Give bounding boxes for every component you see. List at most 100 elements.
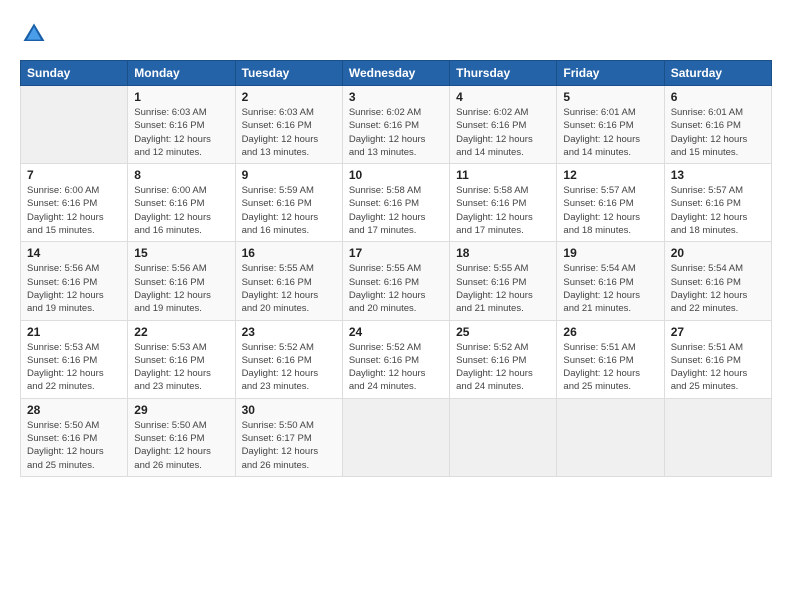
- day-info: Sunrise: 6:03 AM Sunset: 6:16 PM Dayligh…: [134, 106, 228, 159]
- day-info: Sunrise: 5:51 AM Sunset: 6:16 PM Dayligh…: [671, 341, 765, 394]
- calendar-cell: [21, 86, 128, 164]
- day-number: 4: [456, 90, 550, 104]
- header-day-saturday: Saturday: [664, 61, 771, 86]
- calendar-week-2: 7Sunrise: 6:00 AM Sunset: 6:16 PM Daylig…: [21, 164, 772, 242]
- day-number: 6: [671, 90, 765, 104]
- day-info: Sunrise: 6:00 AM Sunset: 6:16 PM Dayligh…: [134, 184, 228, 237]
- calendar-cell: 14 Sunrise: 5:56 AM Sunset: 6:16 PM Dayli…: [21, 242, 128, 320]
- day-info: Sunrise: 6:01 AM Sunset: 6:16 PM Dayligh…: [671, 106, 765, 159]
- day-number: 23: [242, 325, 336, 339]
- calendar-cell: 12 Sunrise: 5:57 AM Sunset: 6:16 PM Dayli…: [557, 164, 664, 242]
- logo: [20, 20, 52, 48]
- day-info: Sunrise: 6:01 AM Sunset: 6:16 PM Dayligh…: [563, 106, 657, 159]
- day-number: 3: [349, 90, 443, 104]
- day-number: 1: [134, 90, 228, 104]
- day-number: 21: [27, 325, 121, 339]
- calendar-cell: 30Sunrise: 5:50 AM Sunset: 6:17 PM Dayli…: [235, 398, 342, 476]
- calendar-cell: 15 Sunrise: 5:56 AM Sunset: 6:16 PM Dayli…: [128, 242, 235, 320]
- calendar-cell: 10Sunrise: 5:58 AM Sunset: 6:16 PM Dayli…: [342, 164, 449, 242]
- header-day-sunday: Sunday: [21, 61, 128, 86]
- day-info: Sunrise: 5:57 AM Sunset: 6:16 PM Dayligh…: [563, 184, 657, 237]
- header-day-wednesday: Wednesday: [342, 61, 449, 86]
- day-number: 25: [456, 325, 550, 339]
- day-info: Sunrise: 6:02 AM Sunset: 6:16 PM Dayligh…: [349, 106, 443, 159]
- day-info: Sunrise: 5:57 AM Sunset: 6:16 PM Dayligh…: [671, 184, 765, 237]
- calendar-cell: 8 Sunrise: 6:00 AM Sunset: 6:16 PM Daylig…: [128, 164, 235, 242]
- calendar-week-5: 28 Sunrise: 5:50 AM Sunset: 6:16 PM Dayli…: [21, 398, 772, 476]
- day-number: 11: [456, 168, 550, 182]
- calendar-cell: [450, 398, 557, 476]
- day-info: Sunrise: 5:54 AM Sunset: 6:16 PM Dayligh…: [671, 262, 765, 315]
- day-info: Sunrise: 5:52 AM Sunset: 6:16 PM Dayligh…: [349, 341, 443, 394]
- calendar-cell: 29Sunrise: 5:50 AM Sunset: 6:16 PM Dayli…: [128, 398, 235, 476]
- day-info: Sunrise: 5:53 AM Sunset: 6:16 PM Dayligh…: [27, 341, 121, 394]
- calendar-week-3: 14 Sunrise: 5:56 AM Sunset: 6:16 PM Dayli…: [21, 242, 772, 320]
- calendar-cell: 2Sunrise: 6:03 AM Sunset: 6:16 PM Daylig…: [235, 86, 342, 164]
- day-number: 5: [563, 90, 657, 104]
- calendar-cell: 3 Sunrise: 6:02 AM Sunset: 6:16 PM Daylig…: [342, 86, 449, 164]
- day-info: Sunrise: 6:02 AM Sunset: 6:16 PM Dayligh…: [456, 106, 550, 159]
- day-number: 24: [349, 325, 443, 339]
- calendar-cell: 27 Sunrise: 5:51 AM Sunset: 6:16 PM Dayli…: [664, 320, 771, 398]
- logo-icon: [20, 20, 48, 48]
- day-info: Sunrise: 5:58 AM Sunset: 6:16 PM Dayligh…: [349, 184, 443, 237]
- day-number: 8: [134, 168, 228, 182]
- calendar-cell: 13 Sunrise: 5:57 AM Sunset: 6:16 PM Dayli…: [664, 164, 771, 242]
- day-number: 14: [27, 246, 121, 260]
- day-info: Sunrise: 5:52 AM Sunset: 6:16 PM Dayligh…: [456, 341, 550, 394]
- day-number: 12: [563, 168, 657, 182]
- calendar-cell: 4 Sunrise: 6:02 AM Sunset: 6:16 PM Daylig…: [450, 86, 557, 164]
- day-number: 20: [671, 246, 765, 260]
- day-number: 9: [242, 168, 336, 182]
- calendar-cell: 1 Sunrise: 6:03 AM Sunset: 6:16 PM Daylig…: [128, 86, 235, 164]
- header: [20, 20, 772, 48]
- calendar-cell: 20 Sunrise: 5:54 AM Sunset: 6:16 PM Dayli…: [664, 242, 771, 320]
- calendar-cell: [557, 398, 664, 476]
- header-day-friday: Friday: [557, 61, 664, 86]
- day-number: 28: [27, 403, 121, 417]
- day-info: Sunrise: 5:55 AM Sunset: 6:16 PM Dayligh…: [456, 262, 550, 315]
- day-number: 19: [563, 246, 657, 260]
- calendar-cell: 24 Sunrise: 5:52 AM Sunset: 6:16 PM Dayli…: [342, 320, 449, 398]
- day-number: 18: [456, 246, 550, 260]
- day-number: 2: [242, 90, 336, 104]
- calendar-cell: 18 Sunrise: 5:55 AM Sunset: 6:16 PM Dayli…: [450, 242, 557, 320]
- calendar-cell: 21 Sunrise: 5:53 AM Sunset: 6:16 PM Dayli…: [21, 320, 128, 398]
- calendar-week-4: 21 Sunrise: 5:53 AM Sunset: 6:16 PM Dayli…: [21, 320, 772, 398]
- calendar-table: SundayMondayTuesdayWednesdayThursdayFrid…: [20, 60, 772, 477]
- day-info: Sunrise: 5:53 AM Sunset: 6:16 PM Dayligh…: [134, 341, 228, 394]
- calendar-cell: 28 Sunrise: 5:50 AM Sunset: 6:16 PM Dayli…: [21, 398, 128, 476]
- day-number: 13: [671, 168, 765, 182]
- day-number: 27: [671, 325, 765, 339]
- calendar-cell: 23Sunrise: 5:52 AM Sunset: 6:16 PM Dayli…: [235, 320, 342, 398]
- day-number: 15: [134, 246, 228, 260]
- day-info: Sunrise: 5:50 AM Sunset: 6:16 PM Dayligh…: [134, 419, 228, 472]
- day-number: 26: [563, 325, 657, 339]
- day-info: Sunrise: 5:50 AM Sunset: 6:17 PM Dayligh…: [242, 419, 336, 472]
- calendar-cell: 22 Sunrise: 5:53 AM Sunset: 6:16 PM Dayli…: [128, 320, 235, 398]
- day-number: 22: [134, 325, 228, 339]
- calendar-week-1: 1 Sunrise: 6:03 AM Sunset: 6:16 PM Daylig…: [21, 86, 772, 164]
- calendar-cell: 5 Sunrise: 6:01 AM Sunset: 6:16 PM Daylig…: [557, 86, 664, 164]
- day-info: Sunrise: 5:55 AM Sunset: 6:16 PM Dayligh…: [349, 262, 443, 315]
- day-info: Sunrise: 5:51 AM Sunset: 6:16 PM Dayligh…: [563, 341, 657, 394]
- header-row: SundayMondayTuesdayWednesdayThursdayFrid…: [21, 61, 772, 86]
- calendar-cell: [664, 398, 771, 476]
- calendar-cell: 26 Sunrise: 5:51 AM Sunset: 6:16 PM Dayli…: [557, 320, 664, 398]
- day-info: Sunrise: 5:59 AM Sunset: 6:16 PM Dayligh…: [242, 184, 336, 237]
- day-info: Sunrise: 5:56 AM Sunset: 6:16 PM Dayligh…: [134, 262, 228, 315]
- calendar-cell: 19 Sunrise: 5:54 AM Sunset: 6:16 PM Dayli…: [557, 242, 664, 320]
- header-day-monday: Monday: [128, 61, 235, 86]
- calendar-cell: 17Sunrise: 5:55 AM Sunset: 6:16 PM Dayli…: [342, 242, 449, 320]
- day-info: Sunrise: 5:50 AM Sunset: 6:16 PM Dayligh…: [27, 419, 121, 472]
- day-info: Sunrise: 5:56 AM Sunset: 6:16 PM Dayligh…: [27, 262, 121, 315]
- header-day-thursday: Thursday: [450, 61, 557, 86]
- day-info: Sunrise: 5:54 AM Sunset: 6:16 PM Dayligh…: [563, 262, 657, 315]
- calendar-cell: 6 Sunrise: 6:01 AM Sunset: 6:16 PM Daylig…: [664, 86, 771, 164]
- day-info: Sunrise: 6:00 AM Sunset: 6:16 PM Dayligh…: [27, 184, 121, 237]
- calendar-cell: 16Sunrise: 5:55 AM Sunset: 6:16 PM Dayli…: [235, 242, 342, 320]
- calendar-cell: 11Sunrise: 5:58 AM Sunset: 6:16 PM Dayli…: [450, 164, 557, 242]
- page: SundayMondayTuesdayWednesdayThursdayFrid…: [0, 0, 792, 612]
- day-info: Sunrise: 5:55 AM Sunset: 6:16 PM Dayligh…: [242, 262, 336, 315]
- calendar-cell: 25 Sunrise: 5:52 AM Sunset: 6:16 PM Dayli…: [450, 320, 557, 398]
